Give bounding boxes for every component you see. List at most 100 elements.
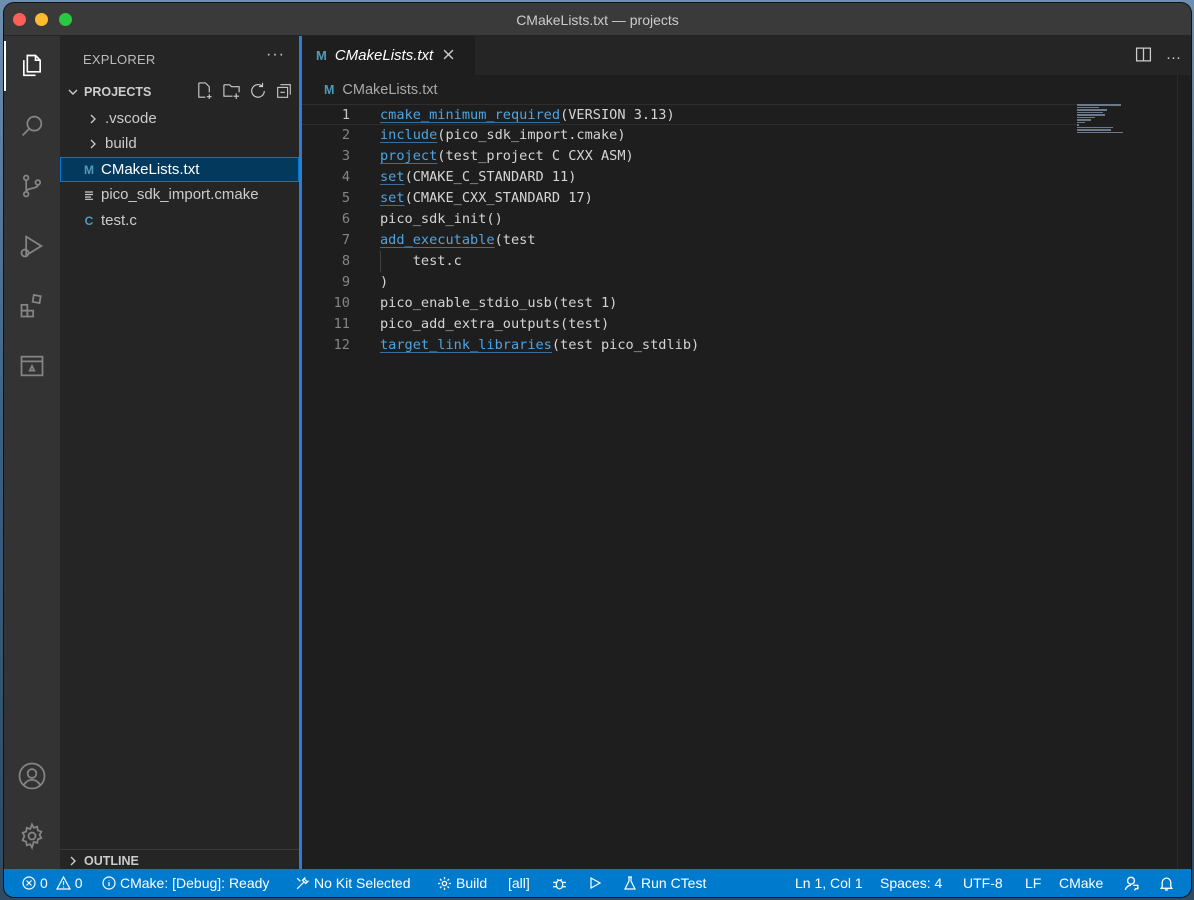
editor-scrollbar[interactable] bbox=[1177, 75, 1191, 869]
warning-icon bbox=[55, 876, 71, 890]
tab-bar: M CMakeLists.txt ··· bbox=[302, 36, 1191, 75]
tree-item-test-c[interactable]: C test.c bbox=[60, 208, 299, 233]
tree-item-cmakelists[interactable]: M CMakeLists.txt bbox=[60, 157, 299, 182]
indentation-label: Spaces: 4 bbox=[880, 875, 943, 891]
close-tab-button[interactable] bbox=[443, 47, 454, 64]
remote-explorer-icon[interactable] bbox=[4, 341, 60, 391]
cmake-command: include bbox=[380, 127, 438, 143]
error-icon bbox=[22, 876, 36, 890]
outline-section-header[interactable]: OUTLINE bbox=[60, 849, 299, 871]
code-line[interactable]: 10 pico_enable_stdio_usb(test 1) bbox=[302, 293, 1072, 314]
breadcrumb-file: CMakeLists.txt bbox=[342, 82, 438, 98]
minimap[interactable] bbox=[1077, 104, 1125, 134]
settings-gear-icon[interactable] bbox=[4, 811, 60, 861]
extensions-icon[interactable] bbox=[4, 281, 60, 331]
code-line[interactable]: 11 pico_add_extra_outputs(test) bbox=[302, 314, 1072, 335]
tree-item-label: CMakeLists.txt bbox=[101, 161, 200, 178]
code-text: target_link_libraries(test pico_stdlib) bbox=[380, 335, 699, 356]
chevron-down-icon bbox=[62, 86, 84, 98]
line-number: 10 bbox=[333, 295, 350, 311]
run-debug-icon[interactable] bbox=[4, 221, 60, 271]
notifications-bell-icon[interactable] bbox=[1159, 869, 1174, 897]
cmake-status[interactable]: CMake: [Debug]: Ready bbox=[102, 869, 269, 897]
encoding-selector[interactable]: UTF-8 bbox=[963, 869, 1003, 897]
line-number: 8 bbox=[341, 253, 350, 269]
problems-status[interactable]: 0 0 bbox=[22, 869, 83, 897]
kit-selector[interactable]: No Kit Selected bbox=[295, 869, 411, 897]
run-ctest-button[interactable]: Run CTest bbox=[623, 869, 706, 897]
feedback-icon[interactable] bbox=[1123, 869, 1139, 897]
tree-item-vscode-folder[interactable]: .vscode bbox=[60, 106, 299, 131]
indentation-selector[interactable]: Spaces: 4 bbox=[880, 869, 942, 897]
code-line[interactable]: 9) bbox=[302, 272, 1072, 293]
tab-label: CMakeLists.txt bbox=[334, 47, 434, 64]
code-text: include(pico_sdk_import.cmake) bbox=[380, 125, 626, 146]
chevron-right-icon bbox=[84, 139, 102, 149]
code-line[interactable]: 8 test.c bbox=[302, 251, 1072, 272]
new-folder-icon[interactable] bbox=[222, 81, 241, 103]
editor-area: M CMakeLists.txt ··· M CMakeLists.txt 1 c… bbox=[302, 36, 1191, 869]
line-number: 7 bbox=[341, 232, 350, 248]
code-text: add_executable(test bbox=[380, 230, 536, 251]
cmake-command: project bbox=[380, 148, 438, 164]
code-arguments: (pico_sdk_import.cmake) bbox=[437, 127, 626, 143]
search-icon[interactable] bbox=[4, 101, 60, 151]
code-line[interactable]: 3 project(test_project C CXX ASM) bbox=[302, 146, 1072, 167]
breadcrumb[interactable]: M CMakeLists.txt bbox=[324, 82, 438, 98]
collapse-folders-icon[interactable] bbox=[275, 82, 293, 103]
cmake-file-icon: M bbox=[316, 48, 327, 63]
cmake-command: set bbox=[380, 190, 405, 206]
error-count: 0 bbox=[40, 875, 48, 891]
source-control-icon[interactable] bbox=[4, 161, 60, 211]
editor-more-actions-button[interactable]: ··· bbox=[1166, 49, 1181, 66]
build-target-label: [all] bbox=[508, 875, 530, 891]
refresh-explorer-icon[interactable] bbox=[249, 82, 267, 103]
launch-button[interactable] bbox=[588, 869, 602, 897]
language-label: CMake bbox=[1059, 875, 1104, 891]
new-file-icon[interactable] bbox=[195, 81, 214, 103]
explorer-more-actions-button[interactable]: ··· bbox=[266, 46, 285, 64]
code-line[interactable]: 2 include(pico_sdk_import.cmake) bbox=[302, 125, 1072, 146]
code-arguments: (test pico_stdlib) bbox=[551, 337, 700, 353]
code-line[interactable]: 7 add_executable(test bbox=[302, 230, 1072, 251]
line-number: 3 bbox=[341, 148, 350, 164]
code-text: project(test_project C CXX ASM) bbox=[380, 146, 634, 167]
code-line[interactable]: 4 set(CMAKE_C_STANDARD 11) bbox=[302, 167, 1072, 188]
accounts-icon[interactable] bbox=[4, 751, 60, 801]
line-number: 4 bbox=[341, 169, 350, 185]
code-line[interactable]: 1 cmake_minimum_required(VERSION 3.13) bbox=[302, 104, 1077, 125]
line-number: 9 bbox=[341, 274, 350, 290]
code-arguments: test.c bbox=[380, 253, 462, 269]
vscode-window: CMakeLists.txt — projects EXPLORER ··· P… bbox=[4, 3, 1191, 897]
split-editor-icon[interactable] bbox=[1135, 46, 1152, 68]
code-arguments: (test_project C CXX ASM) bbox=[437, 148, 634, 164]
code-line[interactable]: 6 pico_sdk_init() bbox=[302, 209, 1072, 230]
cursor-position[interactable]: Ln 1, Col 1 bbox=[795, 869, 863, 897]
cmake-command: cmake_minimum_required bbox=[380, 107, 561, 123]
code-text: test.c bbox=[380, 251, 462, 272]
eol-selector[interactable]: LF bbox=[1025, 869, 1041, 897]
outline-section-label: OUTLINE bbox=[84, 853, 139, 868]
play-icon bbox=[590, 876, 602, 890]
code-arguments: ) bbox=[380, 274, 389, 290]
projects-section-header[interactable]: PROJECTS bbox=[60, 81, 299, 103]
projects-actions bbox=[195, 81, 293, 103]
explorer-icon[interactable] bbox=[4, 41, 60, 91]
build-target-selector[interactable]: [all] bbox=[508, 869, 530, 897]
code-arguments: (CMAKE_C_STANDARD 11) bbox=[404, 169, 577, 185]
code-line[interactable]: 12 target_link_libraries(test pico_stdlib… bbox=[302, 335, 1072, 356]
tree-item-pico-sdk-import[interactable]: pico_sdk_import.cmake bbox=[60, 182, 299, 207]
text-file-icon bbox=[80, 190, 98, 200]
cmake-file-icon: M bbox=[324, 83, 335, 97]
language-mode-selector[interactable]: CMake bbox=[1059, 869, 1103, 897]
build-button[interactable]: Build bbox=[437, 869, 487, 897]
code-editor[interactable]: 1 cmake_minimum_required(VERSION 3.13) 2 in… bbox=[302, 104, 1077, 356]
window-title: CMakeLists.txt — projects bbox=[516, 12, 679, 28]
line-number: 5 bbox=[341, 190, 350, 206]
tree-item-build-folder[interactable]: build bbox=[60, 131, 299, 156]
tab-cmakelists[interactable]: M CMakeLists.txt bbox=[302, 36, 475, 75]
code-line[interactable]: 5 set(CMAKE_CXX_STANDARD 17) bbox=[302, 188, 1072, 209]
debug-button[interactable] bbox=[552, 869, 567, 897]
status-bar: 0 0 CMake: [Debug]: Ready No Kit Selecte… bbox=[4, 869, 1191, 897]
info-icon bbox=[102, 876, 116, 890]
